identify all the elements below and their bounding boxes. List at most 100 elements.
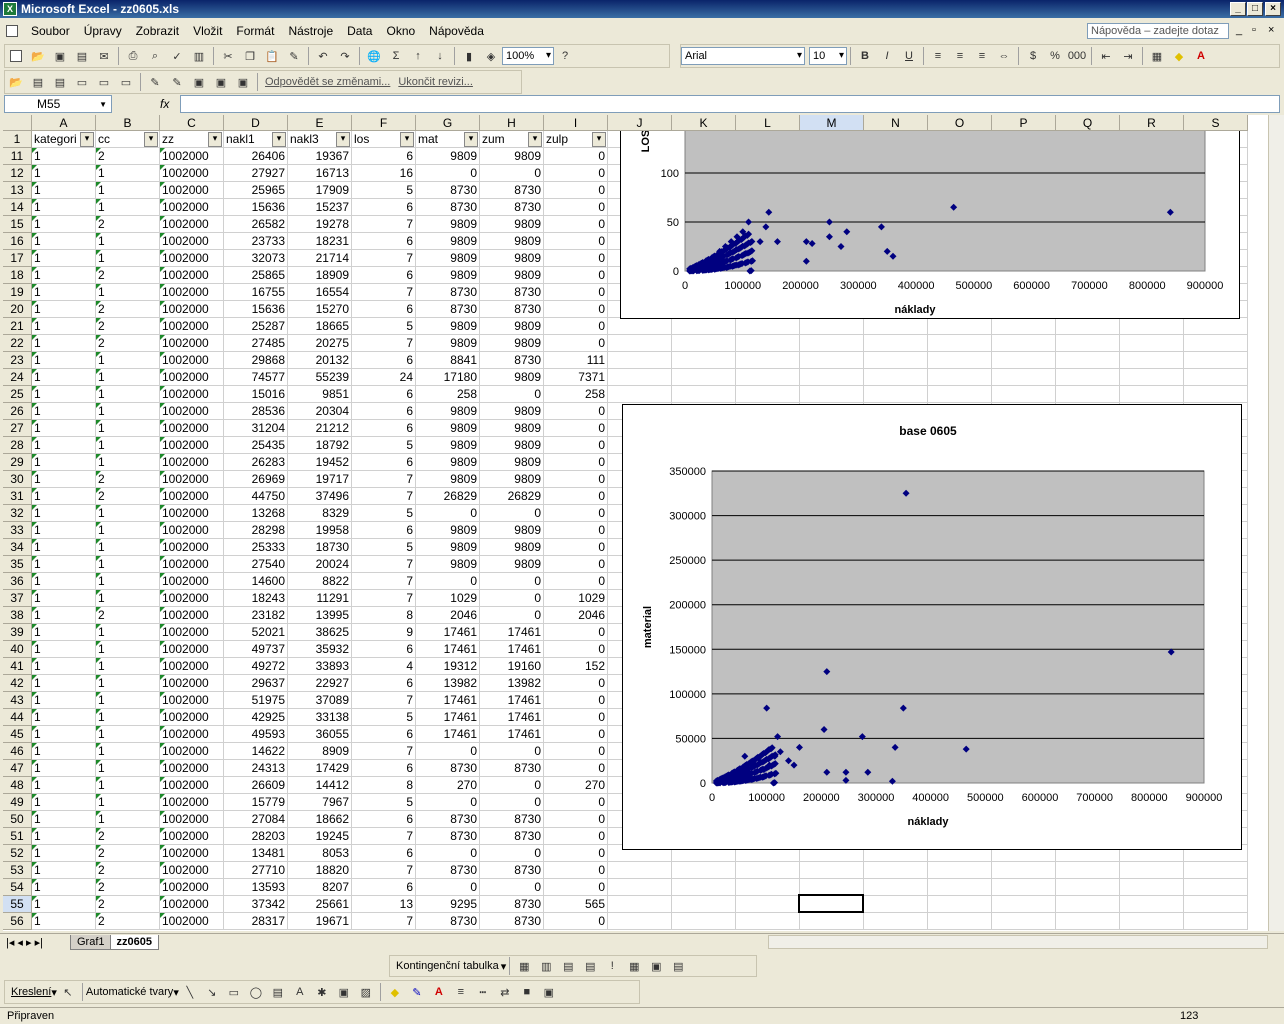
- review-icon-3[interactable]: ▤: [50, 73, 70, 91]
- data-cell[interactable]: 0: [544, 199, 608, 216]
- filter-header-cell[interactable]: nakl3: [288, 131, 352, 148]
- empty-cell[interactable]: [672, 913, 736, 930]
- data-cell[interactable]: 1: [32, 573, 96, 590]
- data-cell[interactable]: 1: [96, 386, 160, 403]
- row-header[interactable]: 24: [3, 369, 32, 386]
- select-all-corner[interactable]: [3, 115, 32, 131]
- end-review-button[interactable]: Ukončit revizi...: [398, 76, 473, 88]
- data-cell[interactable]: 9809: [480, 522, 544, 539]
- data-cell[interactable]: 19717: [288, 471, 352, 488]
- data-cell[interactable]: 1: [32, 488, 96, 505]
- empty-cell[interactable]: [1184, 879, 1248, 896]
- print-icon[interactable]: ⎙: [123, 47, 143, 65]
- empty-cell[interactable]: [992, 879, 1056, 896]
- row-header[interactable]: 32: [3, 505, 32, 522]
- col-header-S[interactable]: S: [1184, 115, 1248, 131]
- row-header[interactable]: 21: [3, 318, 32, 335]
- empty-cell[interactable]: [608, 318, 672, 335]
- data-cell[interactable]: 6: [352, 726, 416, 743]
- data-cell[interactable]: 9809: [480, 250, 544, 267]
- empty-cell[interactable]: [864, 896, 928, 913]
- data-cell[interactable]: 19312: [416, 658, 480, 675]
- data-cell[interactable]: 1002000: [160, 386, 224, 403]
- row-header[interactable]: 45: [3, 726, 32, 743]
- data-cell[interactable]: 28298: [224, 522, 288, 539]
- empty-cell[interactable]: [1184, 913, 1248, 930]
- data-cell[interactable]: 17461: [480, 624, 544, 641]
- row-header[interactable]: 48: [3, 777, 32, 794]
- data-cell[interactable]: 1: [32, 233, 96, 250]
- doc-icon[interactable]: [1, 22, 23, 40]
- data-cell[interactable]: 8730: [480, 352, 544, 369]
- italic-icon[interactable]: I: [877, 47, 897, 65]
- row-header[interactable]: 43: [3, 692, 32, 709]
- empty-cell[interactable]: [736, 913, 800, 930]
- data-cell[interactable]: 14622: [224, 743, 288, 760]
- data-cell[interactable]: 1002000: [160, 369, 224, 386]
- data-cell[interactable]: 27485: [224, 335, 288, 352]
- data-cell[interactable]: 26829: [480, 488, 544, 505]
- data-cell[interactable]: 0: [480, 794, 544, 811]
- chart-los[interactable]: 0501001500100000200000300000400000500000…: [620, 119, 1240, 319]
- empty-cell[interactable]: [1056, 318, 1120, 335]
- data-cell[interactable]: 1: [32, 182, 96, 199]
- row-header[interactable]: 34: [3, 539, 32, 556]
- data-cell[interactable]: 0: [544, 709, 608, 726]
- data-cell[interactable]: 1: [32, 607, 96, 624]
- data-cell[interactable]: 6: [352, 879, 416, 896]
- data-cell[interactable]: 1002000: [160, 233, 224, 250]
- arrow-icon[interactable]: ↘: [202, 983, 222, 1001]
- data-cell[interactable]: 1: [32, 165, 96, 182]
- row-header[interactable]: 39: [3, 624, 32, 641]
- empty-cell[interactable]: [1120, 352, 1184, 369]
- oval-icon[interactable]: ◯: [246, 983, 266, 1001]
- data-cell[interactable]: 1: [96, 726, 160, 743]
- data-cell[interactable]: 20132: [288, 352, 352, 369]
- data-cell[interactable]: 4: [352, 658, 416, 675]
- review-icon-4[interactable]: ▭: [72, 73, 92, 91]
- data-cell[interactable]: 26609: [224, 777, 288, 794]
- data-cell[interactable]: 6: [352, 403, 416, 420]
- row-header[interactable]: 30: [3, 471, 32, 488]
- formula-input[interactable]: [180, 95, 1280, 113]
- data-cell[interactable]: 1002000: [160, 488, 224, 505]
- draw-font-color-icon[interactable]: A: [429, 983, 449, 1001]
- fill-color-icon[interactable]: ◆: [1169, 47, 1189, 65]
- format-painter-icon[interactable]: ✎: [284, 47, 304, 65]
- data-cell[interactable]: 9809: [416, 471, 480, 488]
- reply-with-changes-button[interactable]: Odpovědět se změnami...: [265, 76, 390, 88]
- review-icon-2[interactable]: ▤: [28, 73, 48, 91]
- col-header-Q[interactable]: Q: [1056, 115, 1120, 131]
- empty-cell[interactable]: [608, 386, 672, 403]
- research-icon[interactable]: ▥: [189, 47, 209, 65]
- empty-cell[interactable]: [992, 862, 1056, 879]
- data-cell[interactable]: 1002000: [160, 199, 224, 216]
- data-cell[interactable]: 2: [96, 845, 160, 862]
- row-header[interactable]: 41: [3, 658, 32, 675]
- data-cell[interactable]: 7371: [544, 369, 608, 386]
- data-cell[interactable]: 0: [480, 505, 544, 522]
- data-cell[interactable]: 19160: [480, 658, 544, 675]
- spreadsheet-grid[interactable]: ABCDEFGHIJKLMNOPQRS 1kategoricczznakl1na…: [3, 115, 1268, 931]
- underline-icon[interactable]: U: [899, 47, 919, 65]
- data-cell[interactable]: 14600: [224, 573, 288, 590]
- permission-icon[interactable]: ▤: [72, 47, 92, 65]
- row-header[interactable]: 13: [3, 182, 32, 199]
- data-cell[interactable]: 6: [352, 675, 416, 692]
- empty-cell[interactable]: [672, 896, 736, 913]
- data-cell[interactable]: 0: [416, 505, 480, 522]
- data-cell[interactable]: 24313: [224, 760, 288, 777]
- data-cell[interactable]: 16713: [288, 165, 352, 182]
- empty-cell[interactable]: [608, 862, 672, 879]
- data-cell[interactable]: 1: [32, 692, 96, 709]
- data-cell[interactable]: 13268: [224, 505, 288, 522]
- data-cell[interactable]: 1002000: [160, 437, 224, 454]
- data-cell[interactable]: 0: [544, 267, 608, 284]
- data-cell[interactable]: 26969: [224, 471, 288, 488]
- data-cell[interactable]: 23733: [224, 233, 288, 250]
- data-cell[interactable]: 17461: [480, 692, 544, 709]
- row-header[interactable]: 28: [3, 437, 32, 454]
- data-cell[interactable]: 2046: [416, 607, 480, 624]
- data-cell[interactable]: 9809: [480, 369, 544, 386]
- diagram-icon[interactable]: ✱: [312, 983, 332, 1001]
